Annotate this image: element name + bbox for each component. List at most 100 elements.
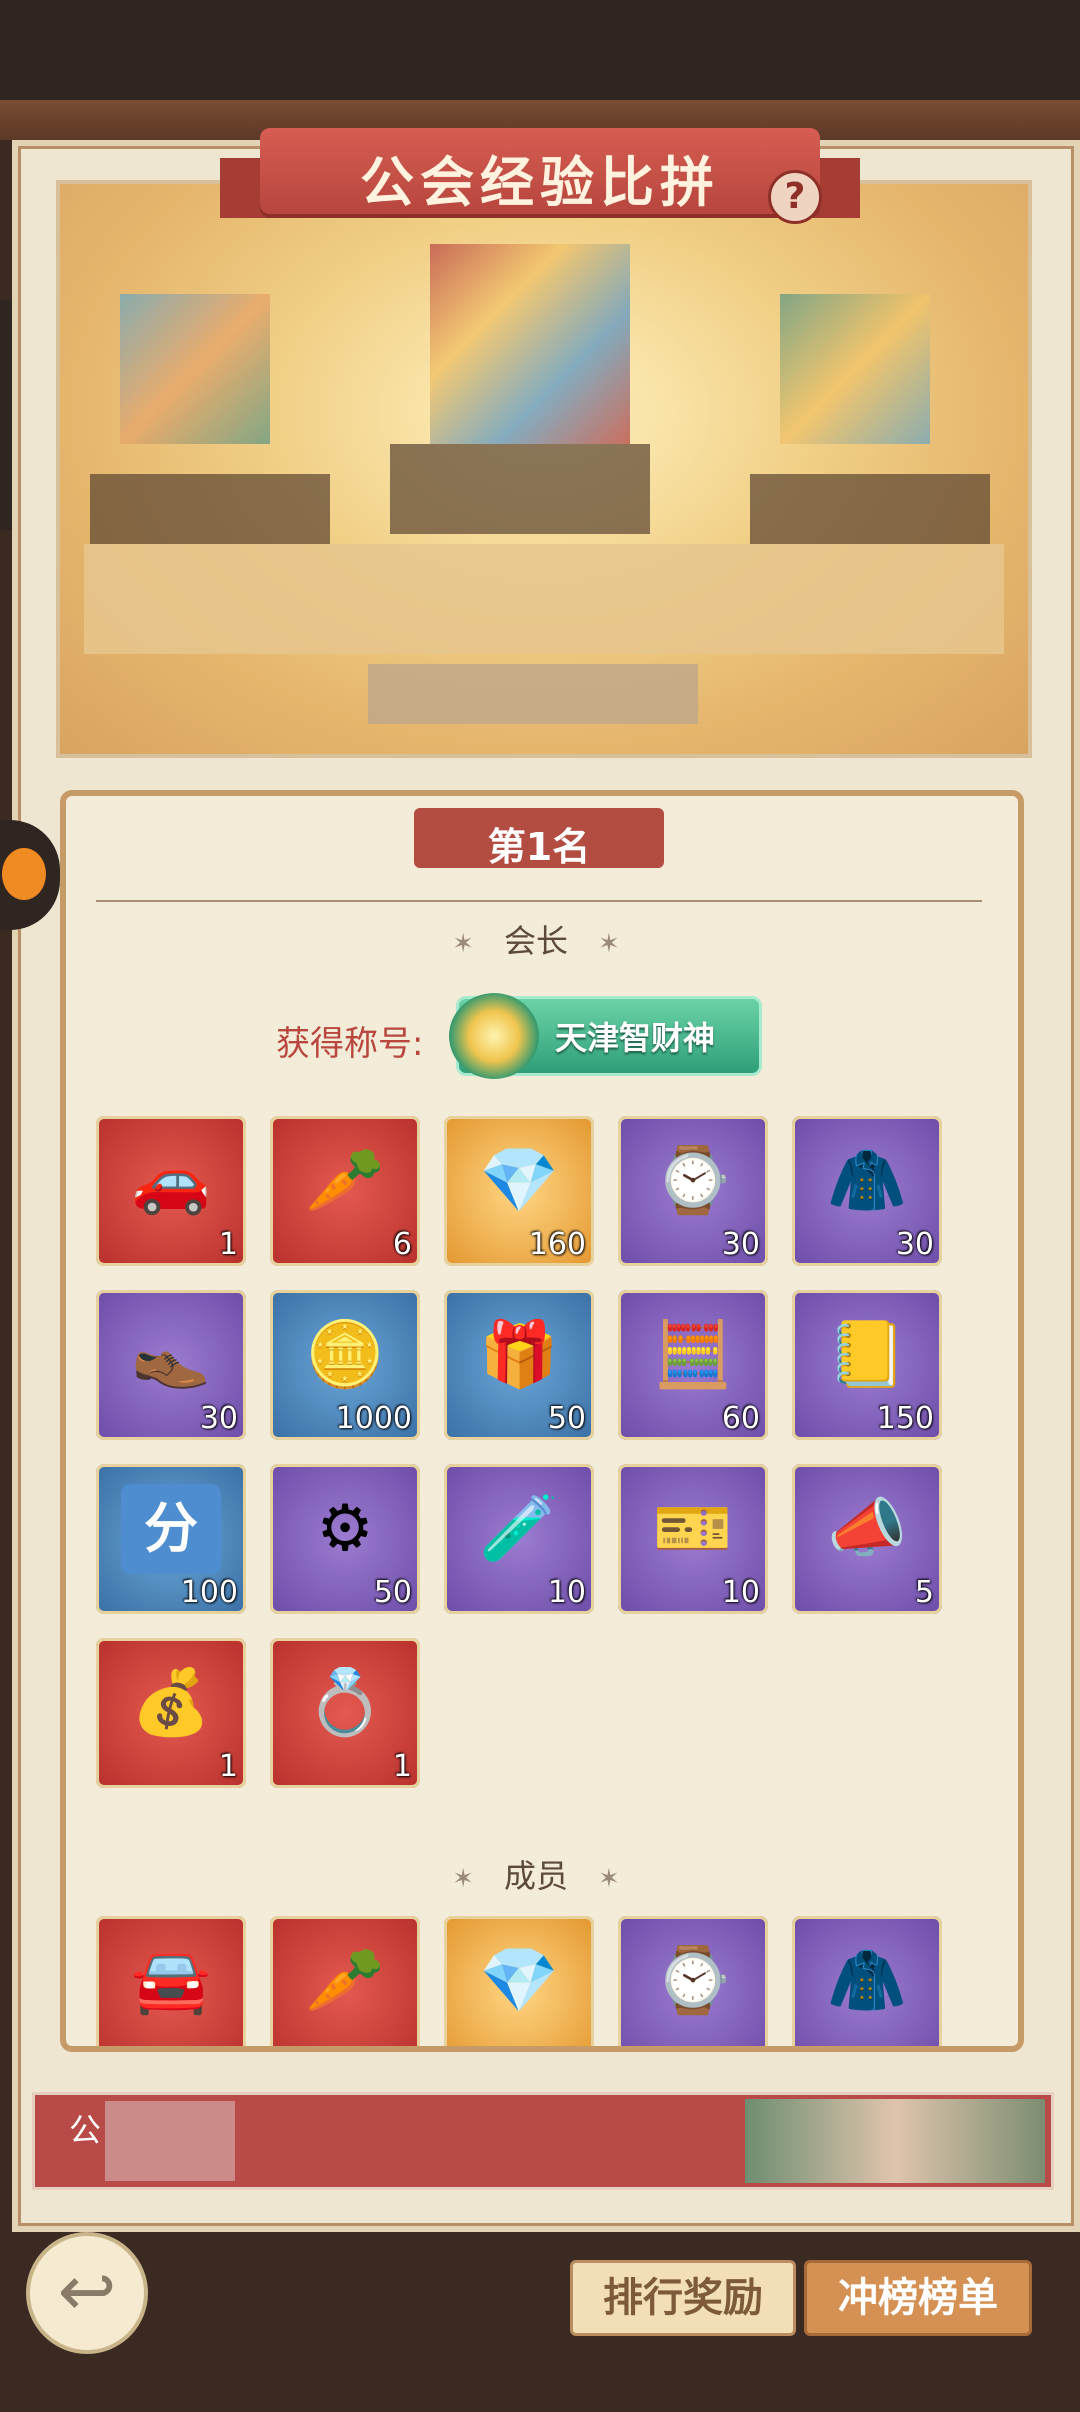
- ticket-icon: 🎫: [653, 1492, 733, 1566]
- reward-count: 1: [218, 1227, 238, 1262]
- wristwatch-icon: ⌚: [653, 1944, 733, 2018]
- podium-center: [390, 444, 650, 534]
- reward-item[interactable]: 💍 1: [270, 1638, 420, 1788]
- leader-reward-grid: 🚗 1 🥕 6 💎 160 ⌚ 30 🧥 30 👞 30 🪙 1000 🎁 50 🧮 60 📒 150 分 100 ⚙ 50 🧪…: [96, 1116, 942, 1788]
- pixelated-guild-score: [745, 2099, 1045, 2183]
- leaderboard-button[interactable]: 冲榜榜单: [804, 2260, 1032, 2336]
- reward-count: 50: [547, 1401, 586, 1436]
- reward-count: 10: [721, 1575, 760, 1610]
- megaphone-icon: 📣: [827, 1492, 907, 1566]
- reward-count: 30: [199, 1401, 238, 1436]
- reward-item[interactable]: 🥕: [270, 1916, 420, 2046]
- reward-item[interactable]: ⚙ 50: [270, 1464, 420, 1614]
- reward-item[interactable]: ⌚ 30: [618, 1116, 768, 1266]
- reward-item[interactable]: 📣 5: [792, 1464, 942, 1614]
- pixelated-trophy-left: [120, 294, 270, 444]
- reward-count: 160: [528, 1227, 586, 1262]
- reward-item[interactable]: 🎁 50: [444, 1290, 594, 1440]
- car-icon: 🚘: [131, 1944, 211, 2018]
- reward-item[interactable]: 🧪 10: [444, 1464, 594, 1614]
- rank-reward-button[interactable]: 排行奖励: [570, 2260, 796, 2336]
- leader-section-label: 会长: [503, 922, 568, 960]
- reward-item[interactable]: 🚗 1: [96, 1116, 246, 1266]
- pocket-watch-icon: 💎: [479, 1944, 559, 2018]
- reward-count: 100: [180, 1575, 238, 1610]
- back-arrow-icon: ↩: [57, 2250, 117, 2332]
- car-icon: 🚗: [131, 1144, 211, 1218]
- member-section-label: 成员: [503, 1857, 568, 1895]
- fish-icon: [2, 848, 46, 900]
- pixelated-guild-name: [105, 2101, 235, 2181]
- reward-item[interactable]: 🚘: [96, 1916, 246, 2046]
- score-card-icon: 分: [121, 1484, 221, 1574]
- guild-label: 公: [69, 2111, 102, 2149]
- reward-item[interactable]: 🧥 30: [792, 1116, 942, 1266]
- reward-count: 1000: [335, 1401, 412, 1436]
- divider: [96, 900, 982, 902]
- star-icon: ✶: [452, 929, 474, 959]
- star-icon: ✶: [452, 1864, 474, 1894]
- rank-reward-card: 第1名 ✶ 会长 ✶ 获得称号: 天津智财神 🚗 1 🥕 6 💎 160 ⌚ 30 🧥 30 👞 30 🪙 1…: [60, 790, 1024, 2052]
- suit-icon: 🧥: [827, 1144, 907, 1218]
- reward-count: 10: [547, 1575, 586, 1610]
- reward-item[interactable]: 🧮 60: [618, 1290, 768, 1440]
- top-status-area: [0, 0, 1080, 100]
- title-badge[interactable]: 天津智财神: [449, 993, 762, 1079]
- reward-count: 6: [392, 1227, 412, 1262]
- reward-count: 150: [876, 1401, 934, 1436]
- title-banner: 公会经验比拼: [220, 120, 860, 230]
- title-name: 天津智财神: [555, 1019, 716, 1057]
- treasure-badge-icon: 💰: [131, 1666, 211, 1740]
- shoes-icon: 👞: [131, 1318, 211, 1392]
- reward-count: 5: [914, 1575, 934, 1610]
- podium-right: [750, 474, 990, 544]
- podium-scene: [56, 180, 1032, 758]
- reward-item[interactable]: 🥕 6: [270, 1116, 420, 1266]
- reward-count: 30: [895, 1227, 934, 1262]
- pocket-watch-icon: 💎: [479, 1144, 559, 1218]
- pixelated-ground: [84, 544, 1004, 654]
- wristwatch-icon: ⌚: [653, 1144, 733, 1218]
- reward-count: 50: [373, 1575, 412, 1610]
- wreath-frame-icon: 💍: [305, 1666, 385, 1740]
- calculator-icon: 🧮: [653, 1318, 733, 1392]
- reward-count: 1: [392, 1749, 412, 1784]
- back-button[interactable]: ↩: [26, 2232, 148, 2354]
- ginseng-icon: 🥕: [305, 1144, 385, 1218]
- leader-section-title: ✶ 会长 ✶: [66, 916, 1006, 962]
- gear-icon: ⚙: [316, 1492, 374, 1566]
- reward-item[interactable]: ⌚: [618, 1916, 768, 2046]
- treasure-icon: [449, 993, 539, 1079]
- star-icon: ✶: [598, 929, 620, 959]
- reward-item[interactable]: 📒 150: [792, 1290, 942, 1440]
- pixelated-trophy-right: [780, 294, 930, 444]
- reward-item[interactable]: 👞 30: [96, 1290, 246, 1440]
- reward-item[interactable]: 💎: [444, 1916, 594, 2046]
- potion-bottle-icon: 🧪: [479, 1492, 559, 1566]
- reward-item[interactable]: 🎫 10: [618, 1464, 768, 1614]
- reward-count: 30: [721, 1227, 760, 1262]
- reward-item[interactable]: 🪙 1000: [270, 1290, 420, 1440]
- gold-coin-icon: 🪙: [305, 1318, 385, 1392]
- podium-left: [90, 474, 330, 544]
- gift-box-icon: 🎁: [479, 1318, 559, 1392]
- reward-item[interactable]: 分 100: [96, 1464, 246, 1614]
- star-icon: ✶: [598, 1864, 620, 1894]
- pixelated-trophy-center: [430, 244, 630, 444]
- pixelated-name-plate: [368, 664, 698, 724]
- suit-icon: 🧥: [827, 1944, 907, 2018]
- guild-info-strip[interactable]: 公: [32, 2092, 1054, 2190]
- reward-item[interactable]: 💎 160: [444, 1116, 594, 1266]
- question-book-icon: 📒: [827, 1318, 907, 1392]
- ginseng-icon: 🥕: [305, 1944, 385, 2018]
- title-label: 获得称号:: [276, 1024, 424, 1064]
- member-reward-grid: 🚘 🥕 💎 ⌚ 🧥: [96, 1916, 942, 2046]
- rank-label: 第1名: [487, 825, 591, 869]
- help-button[interactable]: ?: [768, 170, 822, 224]
- reward-item[interactable]: 🧥: [792, 1916, 942, 2046]
- rank-ribbon: 第1名: [384, 808, 694, 878]
- reward-count: 1: [218, 1749, 238, 1784]
- reward-count: 60: [721, 1401, 760, 1436]
- member-section-title: ✶ 成员 ✶: [66, 1851, 1006, 1897]
- reward-item[interactable]: 💰 1: [96, 1638, 246, 1788]
